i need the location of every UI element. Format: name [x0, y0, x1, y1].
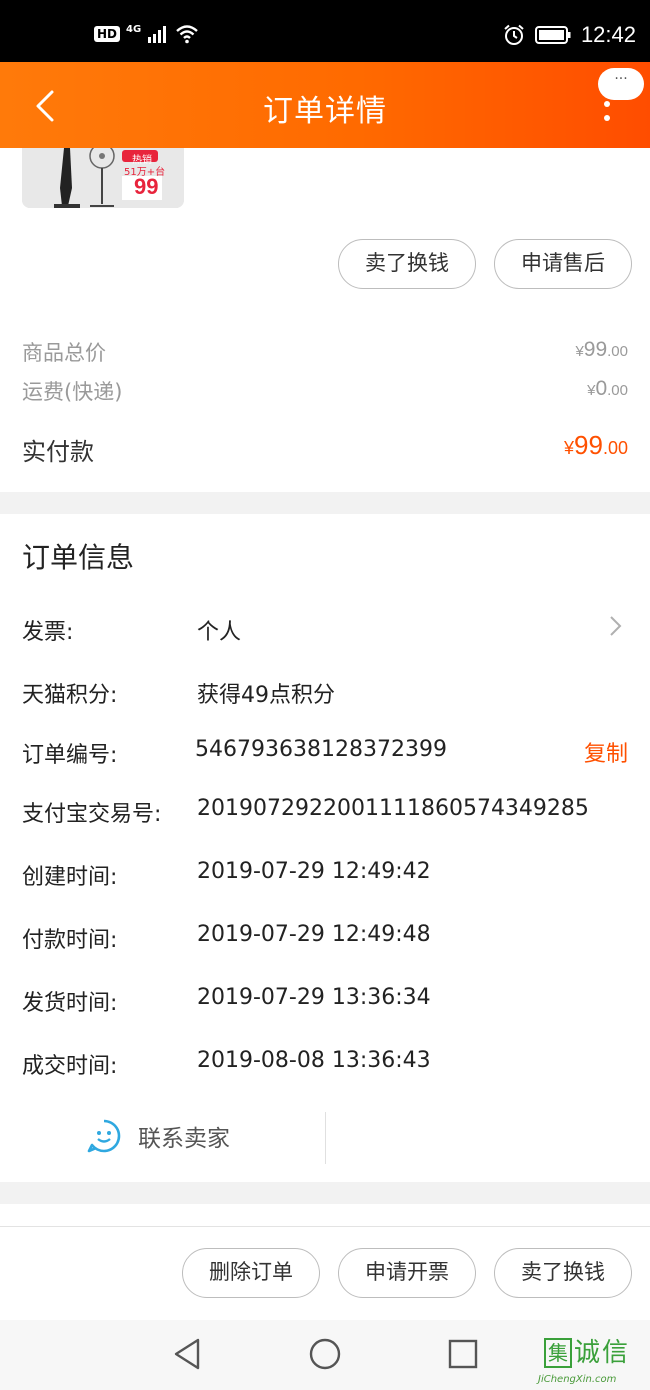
paid-amount-label: 实付款 — [22, 438, 94, 466]
watermark-chars: 集 诚 信 — [544, 1338, 628, 1368]
message-bubble[interactable]: ··· — [598, 68, 644, 100]
watermark-logo: 集 诚 信 JiChengXin.com — [530, 1338, 648, 1390]
alarm-icon — [504, 24, 524, 45]
contact-seller-label: 联系卖家 — [138, 1126, 230, 1152]
section-divider — [0, 492, 650, 514]
created-time-value: 2019-07-29 12:49:42 — [197, 859, 431, 884]
closed-time-label: 成交时间: — [22, 1054, 118, 1079]
created-time-label: 创建时间: — [22, 865, 118, 890]
price-tag: 99 — [134, 174, 159, 199]
sell-for-cash-bottom-button[interactable]: 卖了换钱 — [494, 1248, 632, 1298]
invoice-value[interactable]: 个人 — [197, 614, 241, 646]
order-info-title: 订单信息 — [22, 541, 135, 574]
more-vertical-icon[interactable] — [592, 96, 622, 126]
shipped-time-label: 发货时间: — [22, 991, 118, 1016]
chevron-right-icon[interactable] — [608, 614, 624, 638]
hd-badge: HD — [94, 26, 121, 42]
points-label: 天猫积分: — [22, 683, 118, 708]
watermark-site: JiChengXin.com — [538, 1374, 617, 1385]
alipay-trade-label: 支付宝交易号: — [22, 802, 162, 827]
nav-back-icon[interactable] — [170, 1336, 204, 1372]
order-number-value: 546793638128372399 — [195, 737, 447, 762]
contact-seller-button[interactable]: 联系卖家 — [86, 1118, 230, 1154]
goods-total-price: ¥99.00 — [575, 338, 628, 361]
page-title: 订单详情 — [263, 94, 387, 129]
wifi-icon — [176, 25, 198, 44]
status-left-icons: HD 4G — [94, 24, 199, 44]
copy-order-number-button[interactable]: 复制 — [584, 736, 628, 768]
paid-amount: ¥99.00 — [564, 430, 628, 460]
nav-home-icon[interactable] — [308, 1336, 342, 1372]
shipping-label: 运费(快递) — [22, 380, 123, 404]
vertical-divider — [325, 1112, 326, 1164]
closed-time-value: 2019-08-08 13:36:43 — [197, 1048, 431, 1073]
shipping-price: ¥0.00 — [587, 377, 628, 400]
alipay-trade-value: 2019072922001111860574349285 — [197, 796, 589, 821]
request-invoice-button[interactable]: 申请开票 — [338, 1248, 476, 1298]
paid-time-value: 2019-07-29 12:49:48 — [197, 922, 431, 947]
delete-order-button[interactable]: 删除订单 — [182, 1248, 320, 1298]
chat-face-icon — [87, 1119, 121, 1153]
network-type: 4G — [126, 23, 142, 35]
battery-icon — [534, 26, 571, 44]
goods-total-label: 商品总价 — [22, 341, 106, 365]
after-sale-button[interactable]: 申请售后 — [494, 239, 632, 289]
status-right-icons: 12:42 — [503, 22, 636, 48]
status-time: 12:42 — [580, 22, 636, 47]
points-value: 获得49点积分 — [197, 683, 335, 708]
shipped-time-value: 2019-07-29 13:36:34 — [197, 985, 431, 1010]
nav-recents-icon[interactable] — [446, 1336, 480, 1372]
bottom-bar-border — [0, 1226, 650, 1227]
paid-time-label: 付款时间: — [22, 928, 118, 953]
order-number-label: 订单编号: — [22, 743, 118, 768]
app-header: 订单详情 ··· — [0, 62, 650, 148]
product-image[interactable]: 热销 51万+台 99 — [22, 148, 184, 208]
sell-for-cash-button[interactable]: 卖了换钱 — [338, 239, 476, 289]
signal-icon — [148, 26, 167, 43]
invoice-label: 发票: — [22, 620, 74, 645]
fan-image — [22, 148, 184, 208]
status-bar: HD 4G 12:42 — [0, 0, 650, 62]
section-divider-2 — [0, 1182, 650, 1204]
